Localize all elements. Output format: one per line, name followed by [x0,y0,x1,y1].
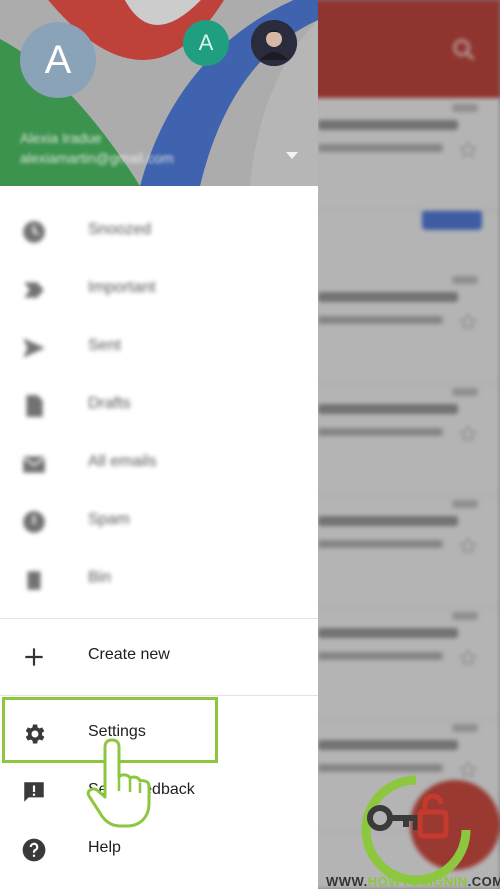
menu-item-create-new[interactable]: Create new [0,627,318,685]
clock-icon [23,221,45,243]
menu-item-label: Drafts [88,395,131,412]
menu-item-label: Snoozed [88,221,152,238]
account-avatar[interactable]: A [20,22,96,98]
avatar-initial: A [198,30,214,55]
account-name: Alexia Iradue [20,130,102,146]
menu-item-label: Important [88,279,156,296]
secondary-account-avatar[interactable]: A [183,20,229,66]
send-icon [23,338,45,358]
menu-item-snoozed[interactable]: Snoozed [0,202,318,260]
menu-divider [0,695,318,696]
draft-icon [26,395,43,417]
bin-icon [27,571,41,590]
help-icon [22,838,46,862]
menu-item-drafts[interactable]: Drafts [0,376,318,434]
watermark-text: WWW.HOWTOSIGNIN.COM [326,874,500,889]
spam-icon [23,511,45,533]
menu-item-label: All emails [88,453,157,470]
menu-divider [0,618,318,619]
menu-item-label: Sent [88,337,121,354]
avatar-initial: A [44,38,72,82]
menu-item-label: Create new [88,646,170,663]
menu-item-label: Spam [88,511,130,528]
feedback-icon [24,782,44,802]
plus-icon [25,648,43,666]
account-switcher-caret-icon[interactable] [286,152,298,159]
menu-item-all-emails[interactable]: All emails [0,434,318,492]
menu-item-label: Help [88,839,121,856]
howtosignin-logo-icon [361,775,471,885]
account-email: alexiamartin@gmail.com [20,150,174,166]
menu-item-label: Bin [88,569,112,586]
secondary-account-photo-avatar[interactable] [251,20,297,66]
account-header[interactable]: A A Alexia Iradue alexiamartin@gmail.com [0,0,318,186]
all-mail-icon [22,456,46,473]
menu-item-sent[interactable]: Sent [0,318,318,376]
menu-item-spam[interactable]: Spam [0,492,318,550]
pointing-hand-icon [86,738,151,828]
menu-item-important[interactable]: Important [0,260,318,318]
important-label-icon [24,282,44,298]
menu-item-bin[interactable]: Bin [0,550,318,608]
profile-photo-icon [251,20,297,66]
